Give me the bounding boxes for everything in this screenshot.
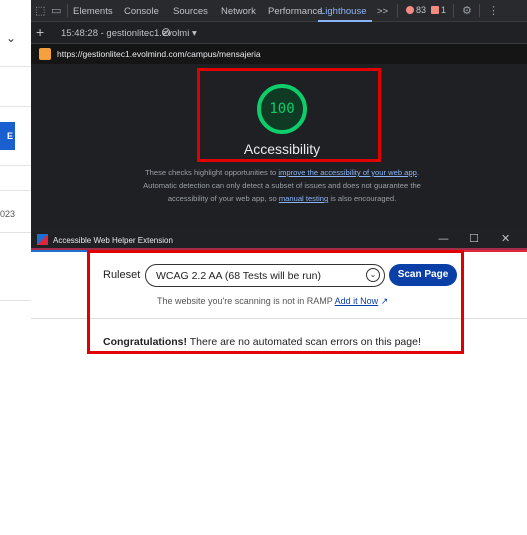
divider [0,190,31,191]
underlying-page: ⌄ E 023 [0,0,31,535]
site-favicon-icon [39,48,51,60]
minimize-icon[interactable]: — [438,232,449,245]
divider [0,165,31,166]
extension-titlebar: Accessible Web Helper Extension — ☐ ✕ [31,230,527,250]
devtools-panel: ⬚ ▭ Elements Console Sources Network Per… [31,0,527,535]
divider [397,4,398,17]
device-toolbar-icon[interactable]: ▭ [51,4,61,17]
highlight-box [197,68,381,162]
report-url-bar: https://gestionlitec1.evolmind.com/campu… [31,44,527,64]
tab-elements[interactable]: Elements [73,6,113,17]
tab-sources[interactable]: Sources [173,6,208,17]
category-description: These checks highlight opportunities to … [143,168,421,203]
extension-body: Ruleset WCAG 2.2 AA (68 Tests will be ru… [31,250,527,535]
issue-icon [431,6,439,14]
date-text: 023 [0,209,16,219]
devtools-tabbar: ⬚ ▭ Elements Console Sources Network Per… [31,0,527,22]
lighthouse-toolbar: + 15:48:28 - gestionlitec1.evolmi ▾ ⊘ [31,22,527,44]
more-options-icon[interactable]: ⋮ [488,4,499,17]
lighthouse-report: https://gestionlitec1.evolmind.com/campu… [31,44,527,230]
divider [0,106,31,107]
extension-title: Accessible Web Helper Extension [53,236,173,245]
inspect-element-icon[interactable]: ⬚ [35,4,45,17]
report-selector[interactable]: 15:48:28 - gestionlitec1.evolmi ▾ [61,28,197,39]
tab-console[interactable]: Console [124,6,159,17]
extension-window: Accessible Web Helper Extension — ☐ ✕ Ru… [31,230,527,535]
clear-reports-icon[interactable]: ⊘ [161,25,171,39]
divider [479,4,480,17]
new-report-button[interactable]: + [36,24,44,40]
report-url[interactable]: https://gestionlitec1.evolmind.com/campu… [57,49,261,59]
improve-accessibility-link[interactable]: improve the accessibility of your web ap… [278,168,416,177]
errors-badge[interactable]: 83 [406,5,426,15]
maximize-icon[interactable]: ☐ [469,232,479,245]
issues-badge[interactable]: 1 [431,5,446,15]
manual-testing-link[interactable]: manual testing [279,194,328,203]
extension-logo-icon [37,234,48,245]
tab-performance[interactable]: Performance [268,6,322,17]
tab-lighthouse[interactable]: Lighthouse [320,6,366,17]
divider [453,4,454,17]
screenshot-root: ⌄ E 023 ⬚ ▭ Elements Console Sources Net… [0,0,527,535]
settings-gear-icon[interactable]: ⚙ [462,4,472,17]
dropdown-chevron-icon[interactable]: ⌄ [6,31,16,45]
highlight-box [87,250,464,354]
page-action-button[interactable]: E [0,122,15,150]
more-tabs-button[interactable]: >> [377,6,388,17]
tab-network[interactable]: Network [221,6,256,17]
error-icon [406,6,414,14]
divider [0,300,31,301]
close-icon[interactable]: ✕ [501,232,510,245]
divider [0,66,31,67]
divider [0,232,31,233]
divider [67,4,68,17]
